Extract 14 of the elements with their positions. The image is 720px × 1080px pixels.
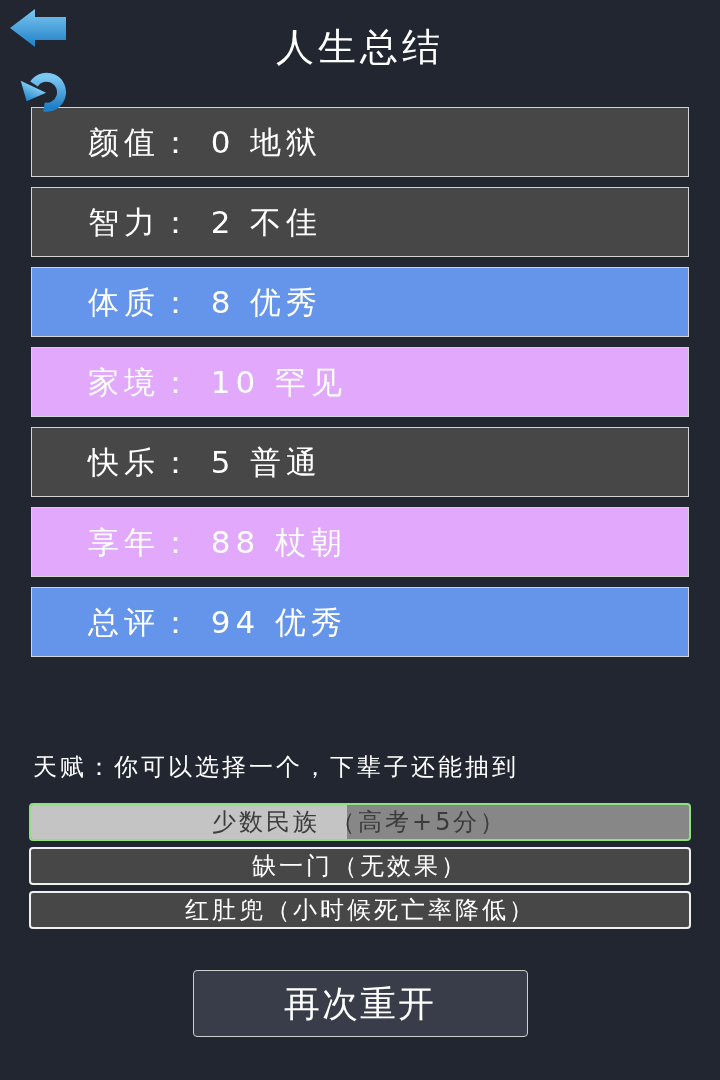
stat-text: 体质： 8 优秀 xyxy=(88,283,323,322)
page-title: 人生总结 xyxy=(276,24,444,70)
stat-text: 颜值： 0 地狱 xyxy=(88,123,323,162)
stat-text: 家境： 10 罕见 xyxy=(88,363,348,402)
stat-text: 快乐： 5 普通 xyxy=(88,443,323,482)
talent-option[interactable]: 缺一门（无效果） xyxy=(29,847,691,885)
talent-prompt: 天赋：你可以选择一个，下辈子还能抽到 xyxy=(33,752,519,782)
stat-text: 享年： 88 杖朝 xyxy=(88,523,348,562)
back-arrow-icon[interactable] xyxy=(10,9,66,47)
talent-option[interactable]: 少数民族 （高考+5分） xyxy=(29,803,691,841)
restart-button[interactable]: 再次重开 xyxy=(192,970,528,1037)
stat-text: 总评： 94 优秀 xyxy=(88,603,348,642)
stat-text: 智力： 2 不佳 xyxy=(88,203,323,242)
talent-option[interactable]: 红肚兜（小时候死亡率降低） xyxy=(29,891,691,929)
